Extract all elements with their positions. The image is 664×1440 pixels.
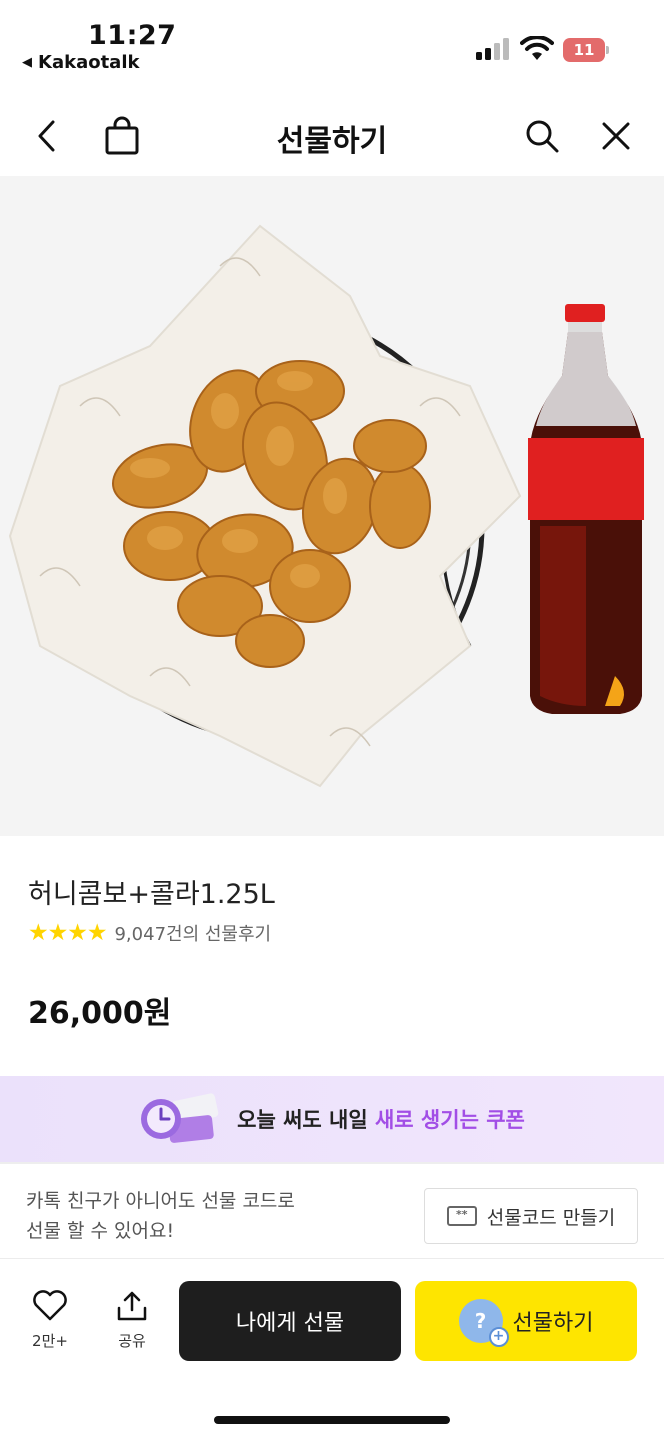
gift-to-self-button[interactable]: 나에게 선물 (179, 1281, 401, 1361)
share-label: 공유 (118, 1332, 146, 1350)
section-divider (0, 1162, 664, 1164)
gift-code-desc-line1: 카톡 친구가 아니어도 선물 코드로 (26, 1190, 295, 1212)
back-triangle-icon: ◀ (22, 55, 32, 70)
coupon-text-main: 오늘 써도 내일 (237, 1108, 375, 1132)
make-gift-code-label: 선물코드 만들기 (486, 1206, 616, 1229)
friend-add-icon: ? + (458, 1299, 509, 1347)
status-time: 11:27 (88, 20, 177, 51)
gift-code-desc-line2: 선물 할 수 있어요! (26, 1220, 175, 1242)
share-button[interactable]: 공유 (104, 1290, 160, 1351)
status-bar: 11:27 ◀ Kakaotalk 11 (0, 0, 664, 80)
gift-code-description: 카톡 친구가 아니어도 선물 코드로 선물 할 수 있어요! (26, 1186, 295, 1246)
wish-button[interactable]: 2만+ (22, 1290, 78, 1351)
top-header: 선물하기 (0, 96, 664, 180)
rating-row[interactable]: ★★★★ 9,047건의 선물후기 (28, 920, 271, 946)
coupon-banner[interactable]: 오늘 써도 내일 새로 생기는 쿠폰 (0, 1076, 664, 1162)
coupon-clock-icon (141, 1093, 219, 1143)
back-app-label: Kakaotalk (38, 52, 140, 73)
home-indicator (214, 1416, 450, 1424)
page-title: 선물하기 (276, 124, 388, 159)
coupon-text-highlight: 새로 생기는 쿠폰 (374, 1108, 525, 1132)
make-gift-code-button[interactable]: ** 선물코드 만들기 (424, 1188, 638, 1244)
bottom-bar-divider (0, 1258, 664, 1259)
gift-button-label: 선물하기 (512, 1311, 594, 1336)
share-icon (117, 1291, 147, 1321)
search-icon[interactable] (520, 114, 564, 158)
product-price: 26,000원 (28, 996, 172, 1031)
heart-icon (33, 1290, 67, 1321)
back-to-app-link[interactable]: ◀ Kakaotalk (22, 52, 139, 73)
gift-button[interactable]: ? + 선물하기 (415, 1281, 637, 1361)
wish-count: 2만+ (32, 1332, 68, 1350)
cellular-signal-icon (476, 38, 509, 60)
wifi-icon (520, 36, 554, 60)
rating-stars-icon: ★★★★ (28, 920, 107, 946)
product-image (0, 176, 664, 836)
close-icon[interactable] (594, 114, 638, 158)
product-name: 허니콤보+콜라1.25L (28, 879, 275, 910)
battery-icon: 11 (563, 38, 609, 62)
review-count: 9,047건의 선물후기 (114, 924, 272, 945)
battery-level: 11 (563, 38, 605, 62)
gift-code-icon: ** (446, 1206, 477, 1226)
coupon-banner-text: 오늘 써도 내일 새로 생기는 쿠폰 (237, 1104, 525, 1134)
